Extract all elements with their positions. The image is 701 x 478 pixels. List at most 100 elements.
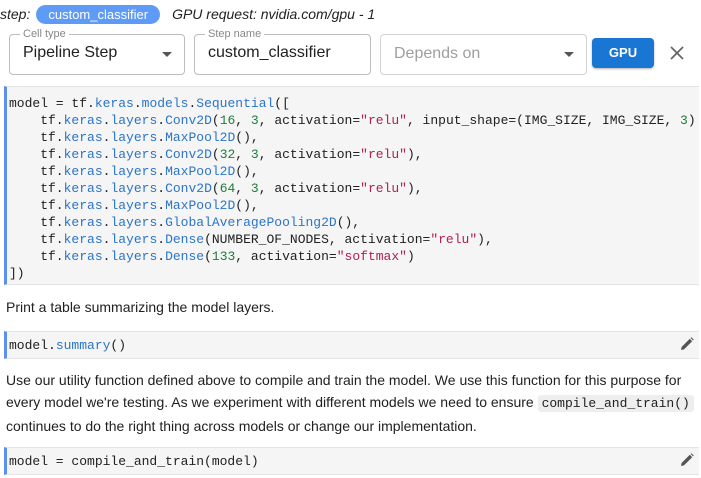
code-token: (), bbox=[235, 164, 259, 179]
code-line: tf.keras.layers.Conv2D(32, 3, activation… bbox=[9, 146, 699, 163]
code-token: keras bbox=[94, 96, 134, 111]
chevron-down-icon bbox=[162, 52, 172, 57]
code-token: Dense bbox=[165, 249, 205, 264]
code-token: , bbox=[235, 181, 251, 196]
code-token: 133 bbox=[211, 249, 236, 264]
code-token: "relu" bbox=[360, 147, 407, 162]
code-token: models bbox=[141, 96, 189, 111]
code-line: tf.keras.layers.Conv2D(64, 3, activation… bbox=[9, 180, 699, 197]
code-token: tf. bbox=[9, 215, 64, 230]
code-token: layers bbox=[110, 147, 158, 162]
code-token: keras bbox=[63, 113, 103, 128]
code-token: layers bbox=[110, 215, 158, 230]
cell-type-label: Cell type bbox=[20, 27, 69, 41]
step-header: step: custom_classifier GPU request: nvi… bbox=[0, 4, 375, 24]
code-token: "relu" bbox=[360, 113, 407, 128]
code-token: tf. bbox=[9, 232, 64, 247]
code-token: . bbox=[157, 130, 166, 145]
code-line: model.summary() bbox=[9, 337, 699, 354]
code-token: layers bbox=[110, 113, 158, 128]
code-token: , bbox=[235, 113, 251, 128]
code-token: tf. bbox=[9, 164, 64, 179]
chevron-down-icon bbox=[564, 52, 574, 57]
code-token: tf. bbox=[9, 147, 64, 162]
code-token: tf. bbox=[9, 198, 64, 213]
code-token: . bbox=[133, 96, 142, 111]
code-token: "relu" bbox=[430, 232, 478, 247]
code-block: model.summary() bbox=[7, 337, 699, 354]
code-token: ) bbox=[406, 249, 415, 264]
code-token: Conv2D bbox=[165, 113, 212, 128]
code-token: keras bbox=[63, 232, 103, 247]
code-token: (), bbox=[235, 130, 259, 145]
code-block: model = compile_and_train(model) bbox=[7, 453, 699, 470]
code-token: . bbox=[157, 232, 166, 247]
code-line: ]) bbox=[9, 265, 699, 282]
code-token: , activation= bbox=[258, 147, 361, 162]
code-token: Conv2D bbox=[165, 181, 212, 196]
code-token: MaxPool2D bbox=[165, 130, 236, 145]
code-token: model. bbox=[9, 338, 56, 353]
depends-on-placeholder: Depends on bbox=[394, 45, 481, 62]
code-token: 16 bbox=[219, 113, 236, 128]
code-token: . bbox=[157, 113, 166, 128]
code-token: ( bbox=[211, 181, 220, 196]
code-token: layers bbox=[110, 181, 158, 196]
code-token: (NUMBER_OF_NODES, activation= bbox=[204, 232, 431, 247]
code-token: keras bbox=[63, 164, 103, 179]
markdown-summary-text: Print a table summarizing the model laye… bbox=[6, 299, 275, 315]
code-token: keras bbox=[63, 215, 103, 230]
pencil-icon[interactable] bbox=[680, 453, 694, 467]
code-token: MaxPool2D bbox=[165, 198, 236, 213]
code-token: ( bbox=[204, 249, 212, 264]
code-token: model = tf. bbox=[9, 96, 95, 111]
code-token: ) bbox=[687, 113, 696, 128]
pencil-icon[interactable] bbox=[680, 337, 694, 351]
code-token: () bbox=[110, 338, 127, 353]
code-line: tf.keras.layers.MaxPool2D(), bbox=[9, 163, 699, 180]
code-token: . bbox=[157, 164, 166, 179]
code-token: Conv2D bbox=[165, 147, 212, 162]
code-token: layers bbox=[110, 198, 158, 213]
code-token: Dense bbox=[165, 232, 205, 247]
code-token: (), bbox=[235, 198, 259, 213]
code-line: tf.keras.layers.GlobalAveragePooling2D()… bbox=[9, 214, 699, 231]
code-token: . bbox=[157, 181, 166, 196]
code-token: tf. bbox=[9, 181, 64, 196]
gpu-button[interactable]: GPU bbox=[592, 38, 654, 68]
code-line: tf.keras.layers.MaxPool2D(), bbox=[9, 197, 699, 214]
code-token: 3 bbox=[250, 147, 259, 162]
step-name-label: Step name bbox=[205, 27, 265, 41]
code-token: layers bbox=[110, 249, 158, 264]
code-token: ]) bbox=[9, 266, 25, 281]
code-cell-model-definition[interactable]: model = tf.keras.models.Sequential([ tf.… bbox=[4, 86, 699, 285]
code-token: MaxPool2D bbox=[165, 164, 236, 179]
code-token: tf. bbox=[9, 113, 64, 128]
step-name-field[interactable]: Step name custom_classifier bbox=[194, 27, 371, 75]
code-token: keras bbox=[63, 181, 103, 196]
code-token: GlobalAveragePooling2D bbox=[165, 215, 337, 230]
code-line: model = tf.keras.models.Sequential([ bbox=[9, 95, 699, 112]
code-token: layers bbox=[110, 130, 158, 145]
code-token: ( bbox=[211, 147, 220, 162]
inline-code-compile-and-train: compile_and_train() bbox=[537, 395, 694, 412]
code-line: model = compile_and_train(model) bbox=[9, 453, 699, 470]
cell-type-select[interactable]: Cell type Pipeline Step bbox=[9, 27, 185, 75]
code-token: summary bbox=[55, 338, 111, 353]
code-token: . bbox=[157, 147, 166, 162]
code-token: ([ bbox=[274, 96, 290, 111]
code-cell-model-summary[interactable]: model.summary() bbox=[4, 331, 699, 359]
code-token: , activation= bbox=[258, 113, 361, 128]
code-token: 64 bbox=[219, 181, 236, 196]
close-icon[interactable] bbox=[666, 42, 688, 64]
code-cell-compile-and-train[interactable]: model = compile_and_train(model) bbox=[4, 447, 699, 475]
code-token: ), bbox=[406, 181, 423, 196]
code-token: 3 bbox=[250, 181, 259, 196]
code-token: ), bbox=[477, 232, 493, 247]
depends-on-select[interactable]: Depends on bbox=[380, 34, 587, 75]
markdown-compile-text: Use our utility function defined above t… bbox=[6, 369, 696, 437]
step-name-chip[interactable]: custom_classifier bbox=[36, 4, 161, 24]
code-token: keras bbox=[63, 249, 103, 264]
code-token: "softmax" bbox=[336, 249, 407, 264]
code-token: layers bbox=[110, 232, 158, 247]
